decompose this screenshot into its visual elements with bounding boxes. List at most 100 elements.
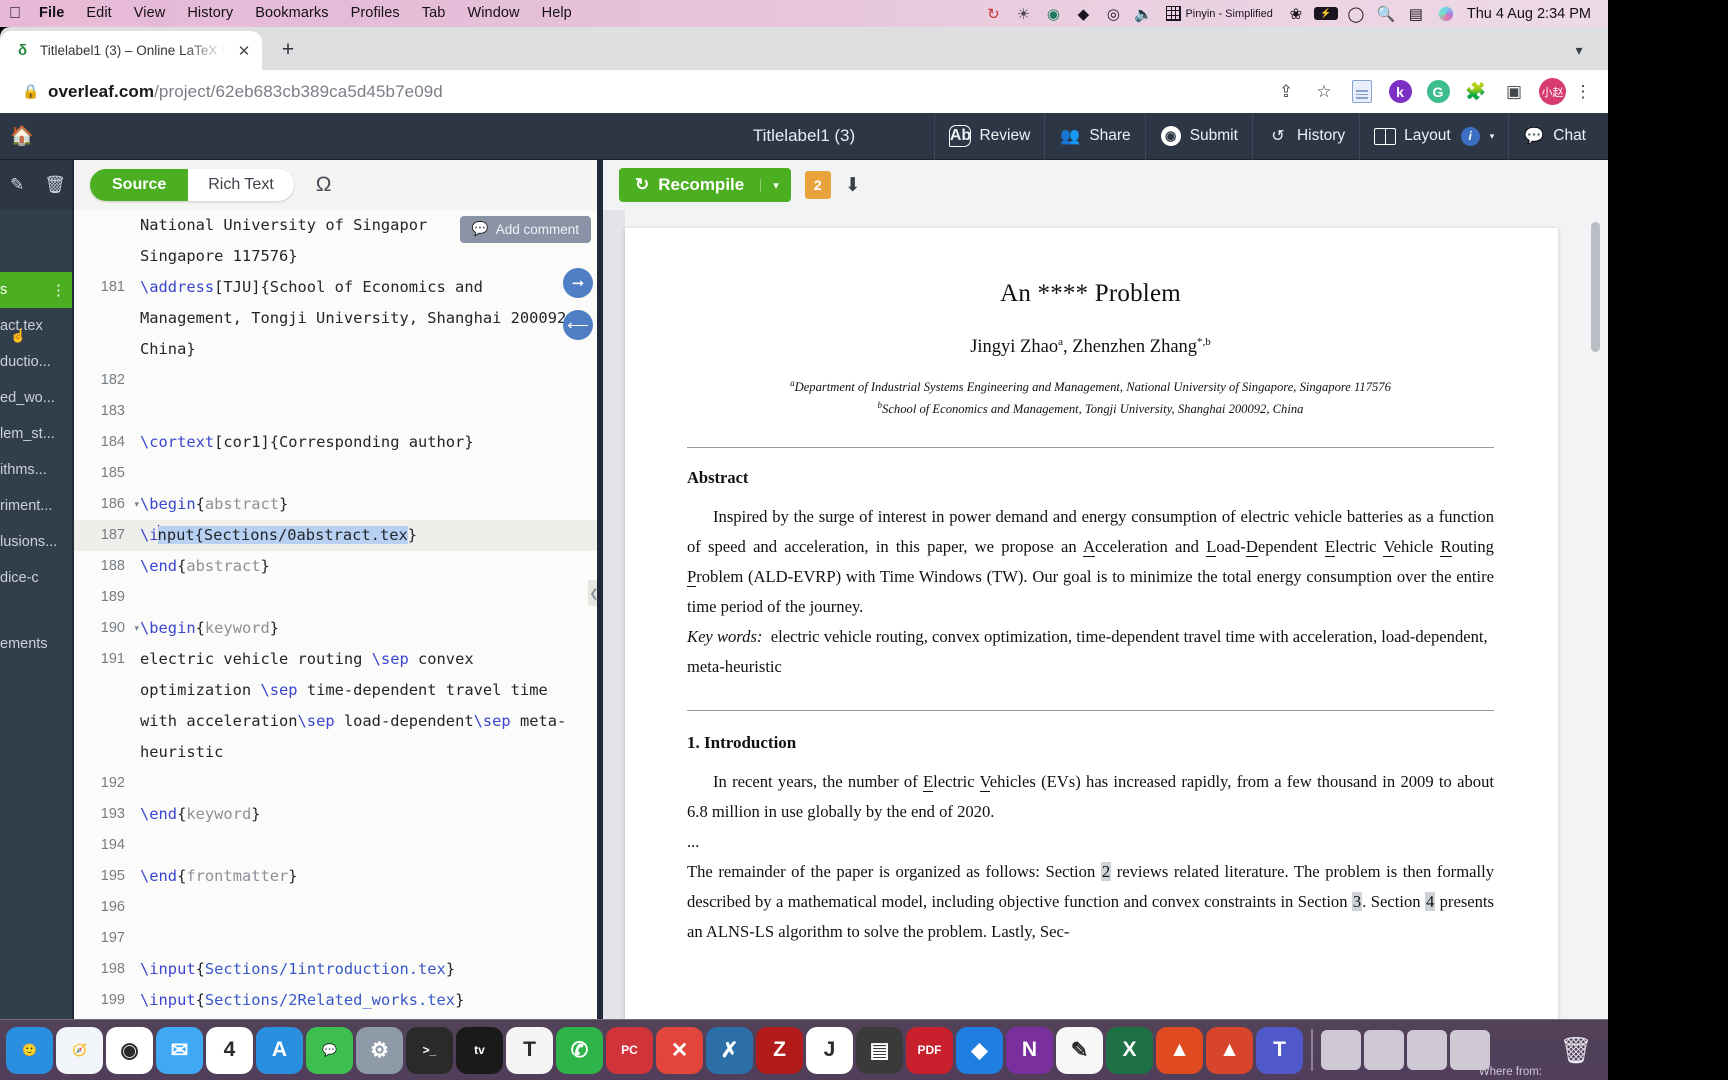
file-tree-item[interactable]: dice-c <box>0 560 72 596</box>
qq-icon[interactable]: ✕ <box>656 1026 703 1074</box>
symbol-palette-icon[interactable]: Ω <box>316 173 332 197</box>
julia-icon[interactable]: J <box>806 1026 853 1074</box>
excel-icon[interactable]: X <box>1106 1026 1153 1074</box>
menu-item-help[interactable]: Help <box>531 0 583 27</box>
calendar-icon[interactable]: 4 <box>206 1026 253 1074</box>
ppt-icon[interactable]: ▤ <box>856 1026 903 1074</box>
arrow-right-icon[interactable]: ➞ <box>563 268 593 298</box>
code-line[interactable]: 195 \end{frontmatter} <box>74 861 597 892</box>
file-tree-item[interactable]: ements <box>0 626 72 662</box>
dock-minimized-window[interactable] <box>1321 1030 1361 1070</box>
pdf-scrollbar[interactable] <box>1591 222 1600 352</box>
code-line[interactable]: 187 \input{Sections/0abstract.tex} <box>74 520 597 551</box>
terminal-icon[interactable]: >_ <box>406 1026 453 1074</box>
grammarly-menu-icon[interactable]: ◉ <box>1038 0 1068 27</box>
pencil-icon[interactable]: ✎ <box>10 175 24 195</box>
menu-item-bookmarks[interactable]: Bookmarks <box>244 0 339 27</box>
code-line[interactable]: 198 \input{Sections/1introduction.tex} <box>74 954 597 985</box>
code-line[interactable]: 190 ▾ \begin{keyword} <box>74 613 597 644</box>
code-line[interactable]: 183 <box>74 396 597 427</box>
typora-icon[interactable]: T <box>506 1026 553 1074</box>
code-line[interactable]: 184 \cortext[cor1]{Corresponding author} <box>74 427 597 458</box>
appstore-icon[interactable]: A <box>256 1026 303 1074</box>
lock-icon[interactable]: 🔒 <box>20 83 42 100</box>
browser-tab-active[interactable]: δ Titlelabel1 (3) – Online LaTeX E ✕ <box>0 31 262 70</box>
file-tree-item-active[interactable]: s ⋮ <box>0 272 72 308</box>
avatar[interactable]: 小赵 <box>1539 78 1566 105</box>
input-method-indicator[interactable]: Pinyin - Simplified <box>1158 0 1280 27</box>
code-line[interactable]: 188 \end{abstract} <box>74 551 597 582</box>
dock-minimized-window[interactable] <box>1407 1030 1447 1070</box>
finder-icon[interactable]: 🙂 <box>6 1026 53 1074</box>
spotlight-search-icon[interactable]: 🔍 <box>1371 0 1401 27</box>
file-tree-item[interactable]: ductio... <box>0 344 72 380</box>
address-bar[interactable]: overleaf.com/project/62eb683cb389ca5d45b… <box>42 82 1269 102</box>
chevron-down-icon[interactable]: ▾ <box>1566 38 1592 64</box>
battery-icon[interactable]: ⚡ <box>1311 0 1341 27</box>
menu-item-tab[interactable]: Tab <box>411 0 457 27</box>
whatsapp-icon[interactable]: ✆ <box>556 1026 603 1074</box>
editor-split-handle[interactable]: ❮ <box>588 580 597 606</box>
share-button[interactable]: 👥 Share <box>1044 113 1144 160</box>
side-panel-icon[interactable]: ▣ <box>1497 75 1531 109</box>
menu-bar-clock[interactable]: Thu 4 Aug 2:34 PM <box>1461 6 1599 22</box>
code-line[interactable]: 199 \input{Sections/2Related_works.tex} <box>74 985 597 1016</box>
menu-item-window[interactable]: Window <box>456 0 530 27</box>
onenote-icon[interactable]: N <box>1006 1026 1053 1074</box>
reader-mode-icon[interactable] <box>1345 75 1379 109</box>
new-tab-button[interactable]: + <box>270 32 306 68</box>
trash-icon[interactable]: 🗑 <box>44 175 66 195</box>
tab-source[interactable]: Source <box>90 169 189 201</box>
vscode-icon[interactable]: ✗ <box>706 1026 753 1074</box>
tab-rich-text[interactable]: Rich Text <box>188 169 294 201</box>
zotero-icon[interactable]: Z <box>756 1026 803 1074</box>
code-line[interactable]: 194 <box>74 830 597 861</box>
file-tree-item[interactable]: lem_st... <box>0 416 72 452</box>
extensions-puzzle-icon[interactable]: 🧩 <box>1459 75 1493 109</box>
pdf-preview-pane[interactable]: An **** Problem Jingyi Zhaoa, Zhenzhen Z… <box>597 210 1608 1019</box>
ref-section-2[interactable]: 2 <box>1100 861 1112 881</box>
code-line[interactable]: Singapore 117576} <box>74 241 597 272</box>
history-button[interactable]: ↺ History <box>1251 113 1359 160</box>
menu-item-profiles[interactable]: Profiles <box>340 0 411 27</box>
arrow-left-icon[interactable]: ⟵ <box>563 310 593 340</box>
notes-icon[interactable]: ✎ <box>1056 1026 1103 1074</box>
fold-caret-icon[interactable]: ▾ <box>134 489 139 520</box>
system-preferences-icon[interactable]: ⚙ <box>356 1026 403 1074</box>
sync-status-icon[interactable]: ↻ <box>978 0 1008 27</box>
code-line[interactable]: 186 ▾ \begin{abstract} <box>74 489 597 520</box>
code-editor[interactable]: National University of Singapor Singapore… <box>72 210 597 1019</box>
appletv-icon[interactable]: tv <box>456 1026 503 1074</box>
pdf-icon[interactable]: PDF <box>906 1026 953 1074</box>
dock-minimized-window[interactable] <box>1364 1030 1404 1070</box>
code-line[interactable]: 193 \end{keyword} <box>74 799 597 830</box>
matlab2-icon[interactable]: ▲ <box>1206 1026 1253 1074</box>
wechat-icon[interactable]: 💬 <box>306 1026 353 1074</box>
volume-icon[interactable]: 🔈 <box>1128 0 1158 27</box>
code-line[interactable]: 192 <box>74 768 597 799</box>
ref-section-4[interactable]: 4 <box>1424 891 1436 911</box>
code-line[interactable]: 189 <box>74 582 597 613</box>
parallels-icon[interactable]: PC <box>606 1026 653 1074</box>
submit-button[interactable]: ◉ Submit <box>1144 113 1252 160</box>
browser-menu-icon[interactable]: ⋮ <box>1570 82 1596 102</box>
chat-button[interactable]: 💬 Chat <box>1508 113 1600 160</box>
matlab-icon[interactable]: ▲ <box>1156 1026 1203 1074</box>
close-icon[interactable]: ✕ <box>234 41 254 61</box>
code-line[interactable]: 185 <box>74 458 597 489</box>
wifi-icon[interactable]: ◯ <box>1341 0 1371 27</box>
file-tree-item[interactable]: act.tex ☝ <box>0 308 72 344</box>
menu-item-history[interactable]: History <box>176 0 244 27</box>
control-center-icon[interactable]: ▤ <box>1401 0 1431 27</box>
code-line[interactable]: 182 <box>74 365 597 396</box>
home-icon[interactable]: 🏠 <box>0 113 44 160</box>
file-menu-icon[interactable]: ⋮ <box>51 281 66 299</box>
apple-menu-icon[interactable]:  <box>6 5 24 23</box>
ref-section-3[interactable]: 3 <box>1351 891 1363 911</box>
bookmark-star-icon[interactable]: ☆ <box>1307 75 1341 109</box>
file-tree-item[interactable]: ed_wo... <box>0 380 72 416</box>
file-tree-item[interactable]: ithms... <box>0 452 72 488</box>
add-comment-button[interactable]: 💬 Add comment <box>459 216 591 243</box>
recompile-dropdown-caret[interactable]: ▾ <box>760 178 791 192</box>
share-icon[interactable]: ⇪ <box>1269 75 1303 109</box>
